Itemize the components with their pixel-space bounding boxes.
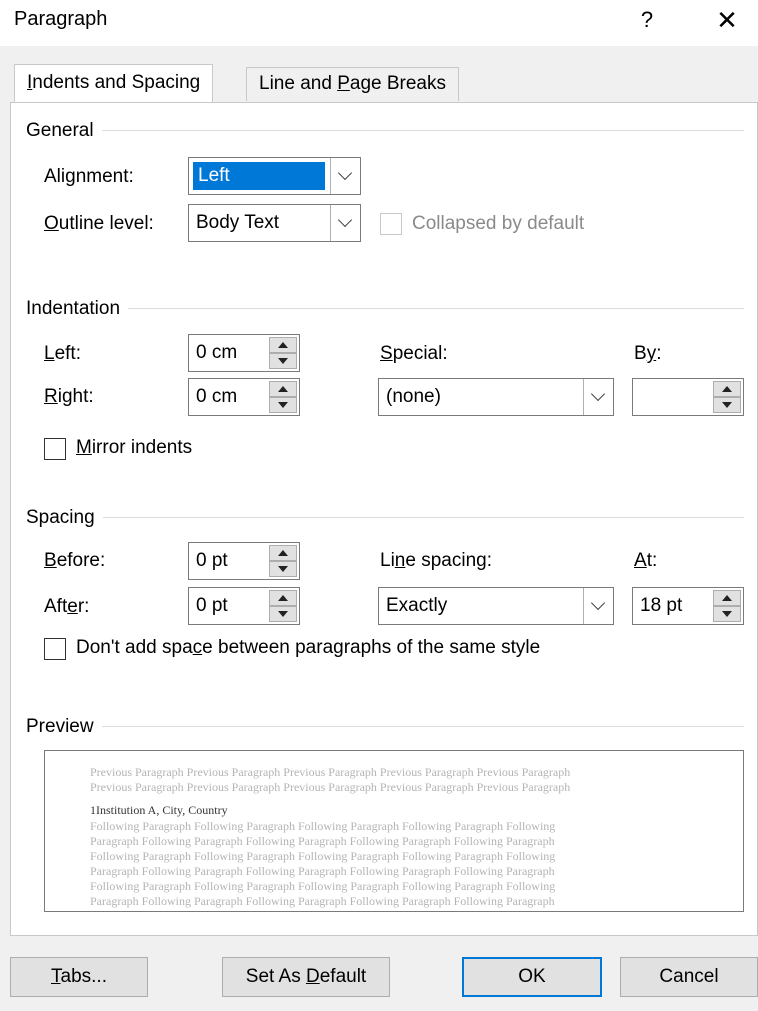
spin-up-icon[interactable]: [269, 590, 297, 606]
spacing-after-value: 0 pt: [196, 595, 228, 616]
spacing-before-value: 0 pt: [196, 550, 228, 571]
special-select[interactable]: (none): [378, 378, 614, 416]
spin-down-icon[interactable]: [269, 397, 297, 413]
alignment-label: Alignment:: [44, 166, 134, 187]
set-as-default-button[interactable]: Set As Default: [222, 957, 390, 997]
spin-down-icon[interactable]: [269, 606, 297, 622]
group-separator: [28, 130, 744, 131]
spin-down-icon[interactable]: [269, 561, 297, 577]
group-title-preview: Preview: [26, 716, 102, 738]
spin-down-icon[interactable]: [713, 397, 741, 413]
at-label: At:: [634, 550, 658, 571]
spin-down-icon[interactable]: [269, 353, 297, 369]
preview-following-line: Paragraph Following Paragraph Following …: [90, 894, 555, 908]
group-title-general: General: [26, 120, 102, 142]
close-icon[interactable]: ✕: [706, 2, 748, 38]
mirror-indents-checkbox[interactable]: [44, 438, 66, 460]
tab-label-pre: Line and: [259, 73, 338, 94]
indent-left-label: Left:: [44, 343, 81, 364]
tab-indents-and-spacing[interactable]: Indents and Spacing: [14, 64, 214, 102]
indent-right-input[interactable]: 0 cm: [188, 378, 300, 416]
spin-up-icon[interactable]: [269, 381, 297, 397]
line-spacing-label: Line spacing:: [380, 550, 492, 571]
preview-previous-line: Previous Paragraph Previous Paragraph Pr…: [90, 780, 571, 794]
preview-current-line: 1Institution A, City, Country: [90, 803, 228, 817]
group-separator: [28, 517, 744, 518]
line-spacing-value: Exactly: [386, 595, 448, 616]
spin-up-icon[interactable]: [269, 545, 297, 561]
indent-right-label: Right:: [44, 386, 94, 407]
special-label: Special:: [380, 343, 448, 364]
collapsed-by-default-checkbox[interactable]: [380, 213, 402, 235]
spin-up-icon[interactable]: [269, 337, 297, 353]
at-input[interactable]: 18 pt: [632, 587, 744, 625]
chevron-down-icon[interactable]: [583, 379, 613, 415]
preview-following-line: Paragraph Following Paragraph Following …: [90, 864, 555, 878]
outline-level-label: Outline level:: [44, 213, 154, 234]
spacing-before-stepper[interactable]: [269, 545, 297, 577]
indent-left-stepper[interactable]: [269, 337, 297, 369]
tab-line-and-page-breaks[interactable]: Line and Page Breaks: [246, 67, 459, 101]
spacing-before-input[interactable]: 0 pt: [188, 542, 300, 580]
at-value: 18 pt: [640, 595, 683, 616]
outline-level-select[interactable]: Body Text: [188, 204, 361, 242]
at-stepper[interactable]: [713, 590, 741, 622]
tab-label-rest: age Breaks: [349, 73, 446, 94]
chevron-down-icon[interactable]: [583, 588, 613, 624]
collapsed-by-default-label: Collapsed by default: [412, 213, 585, 234]
spin-up-icon[interactable]: [713, 590, 741, 606]
title-bar: Paragraph ? ✕: [0, 0, 758, 46]
tabs-button[interactable]: Tabs...: [10, 957, 148, 997]
indent-right-value: 0 cm: [196, 386, 238, 407]
spacing-after-label: After:: [44, 596, 90, 617]
dont-add-space-label: Don't add space between paragraphs of th…: [76, 637, 541, 658]
group-separator: [28, 308, 744, 309]
by-stepper[interactable]: [713, 381, 741, 413]
spacing-before-label: Before:: [44, 550, 106, 571]
chevron-down-icon[interactable]: [330, 158, 360, 194]
spin-down-icon[interactable]: [713, 606, 741, 622]
indent-left-value: 0 cm: [196, 342, 238, 363]
preview-following-line: Following Paragraph Following Paragraph …: [90, 849, 556, 863]
outline-level-value: Body Text: [196, 212, 280, 233]
group-separator: [28, 726, 744, 727]
indent-left-input[interactable]: 0 cm: [188, 334, 300, 372]
spacing-after-stepper[interactable]: [269, 590, 297, 622]
group-title-indentation: Indentation: [26, 298, 129, 320]
alignment-select[interactable]: Left: [188, 157, 361, 195]
alignment-value: Left: [193, 162, 325, 190]
group-title-spacing: Spacing: [26, 507, 103, 529]
preview-previous-line: Previous Paragraph Previous Paragraph Pr…: [90, 765, 571, 779]
preview-following-line: Following Paragraph Following Paragraph …: [90, 819, 556, 833]
by-label: By:: [634, 343, 662, 364]
tab-label-rest: ndents and Spacing: [32, 72, 201, 93]
indent-right-stepper[interactable]: [269, 381, 297, 413]
preview-following-line: Paragraph Following Paragraph Following …: [90, 834, 555, 848]
dialog-title: Paragraph: [14, 8, 108, 30]
tab-mnemonic: P: [337, 73, 350, 94]
mirror-indents-label: Mirror indents: [76, 437, 193, 458]
chevron-down-icon[interactable]: [330, 205, 360, 241]
dont-add-space-checkbox[interactable]: [44, 638, 66, 660]
cancel-button[interactable]: Cancel: [620, 957, 758, 997]
by-input[interactable]: [632, 378, 744, 416]
line-spacing-select[interactable]: Exactly: [378, 587, 614, 625]
special-value: (none): [386, 386, 441, 407]
preview-following-line: Following Paragraph Following Paragraph …: [90, 879, 556, 893]
ok-button[interactable]: OK: [462, 957, 602, 997]
spin-up-icon[interactable]: [713, 381, 741, 397]
spacing-after-input[interactable]: 0 pt: [188, 587, 300, 625]
help-button[interactable]: ?: [632, 2, 662, 38]
